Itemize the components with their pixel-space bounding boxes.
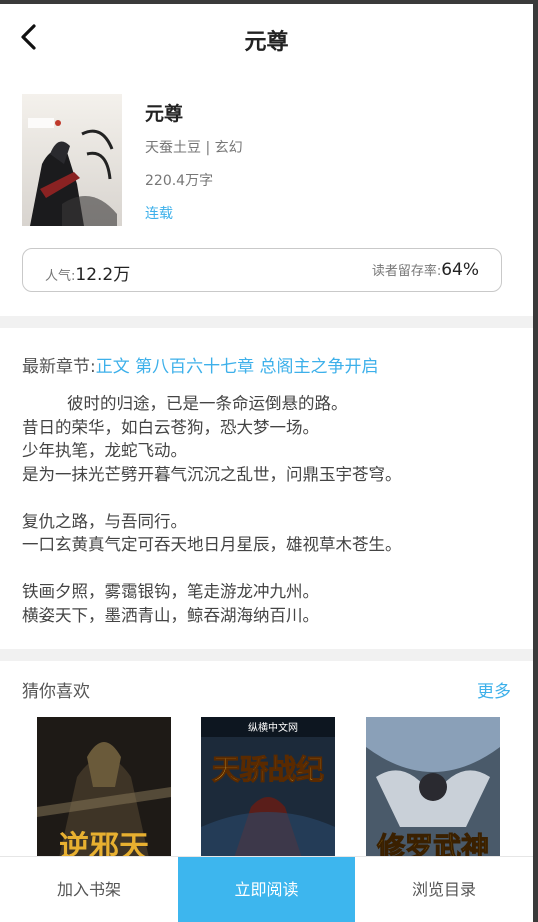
- intro-line: 是为一抹光芒劈开暮气沉沉之乱世，问鼎玉宇苍穹。: [22, 464, 402, 484]
- recommend-book-1[interactable]: 逆邪天: [37, 717, 171, 867]
- popularity-label: 人气:: [45, 269, 76, 284]
- stats-box: 人气:12.2万 读者留存率:64%: [22, 248, 502, 292]
- retention-stat: 读者留存率:64%: [372, 260, 479, 280]
- book-cover-title: 天骄战纪: [212, 753, 324, 786]
- add-to-shelf-button[interactable]: 加入书架: [0, 857, 178, 922]
- bottom-action-bar: 加入书架 立即阅读 浏览目录: [0, 856, 533, 922]
- book-status: 连载: [145, 206, 173, 222]
- section-divider: [0, 649, 533, 661]
- popularity-value: 12.2万: [75, 265, 131, 285]
- recommend-more-link[interactable]: 更多: [477, 677, 511, 702]
- intro-line: 少年执笔，龙蛇飞动。: [22, 441, 187, 460]
- recommend-book-2[interactable]: 纵横中文网 天骄战纪: [201, 717, 335, 867]
- book-intro: 彼时的归途，已是一条命运倒悬的路。 昔日的荣华，如白云苍狗，恐大梦一场。 少年执…: [22, 392, 522, 627]
- book-author-genre[interactable]: 天蚕土豆 | 玄幻: [145, 137, 243, 157]
- header: 元尊: [0, 4, 533, 70]
- section-divider: [0, 316, 533, 328]
- intro-line: 彼时的归途，已是一条命运倒悬的路。: [67, 394, 348, 413]
- publisher-badge: 纵横中文网: [248, 721, 298, 734]
- intro-line: 昔日的荣华，如白云苍狗，恐大梦一场。: [22, 417, 319, 437]
- book-cover: [22, 94, 122, 226]
- recommend-title: 猜你喜欢: [22, 682, 90, 702]
- intro-line: 横姿天下，墨洒青山，鲸吞湖海纳百川。: [22, 605, 319, 625]
- retention-value: 64%: [441, 260, 479, 280]
- page-title: 元尊: [244, 30, 289, 55]
- intro-line: 一口玄黄真气定可吞天地日月星辰，雄视草木苍生。: [22, 535, 402, 554]
- retention-label: 读者留存率:: [371, 264, 442, 279]
- latest-chapter[interactable]: 最新章节:正文 第八百六十七章 总阁主之争开启: [22, 352, 379, 377]
- intro-line: 铁画夕照，雾霭银钩，笔走游龙冲九州。: [22, 582, 319, 601]
- read-now-button[interactable]: 立即阅读: [178, 857, 355, 922]
- latest-chapter-link[interactable]: 正文 第八百六十七章 总阁主之争开启: [96, 357, 379, 377]
- book-detail-screen: 元尊 元尊 天蚕土豆 | 玄幻 220.4万字 连载 人气:12.2万 读者留存…: [0, 4, 533, 922]
- browse-catalog-button[interactable]: 浏览目录: [355, 857, 533, 922]
- recommend-book-3[interactable]: 修罗武神: [366, 717, 500, 867]
- book-title: 元尊: [145, 103, 184, 125]
- latest-chapter-label: 最新章节:: [22, 357, 96, 377]
- book-word-count: 220.4万字: [145, 173, 214, 189]
- popularity-stat: 人气:12.2万: [45, 260, 130, 285]
- intro-line: 复仇之路，与吾同行。: [22, 511, 187, 531]
